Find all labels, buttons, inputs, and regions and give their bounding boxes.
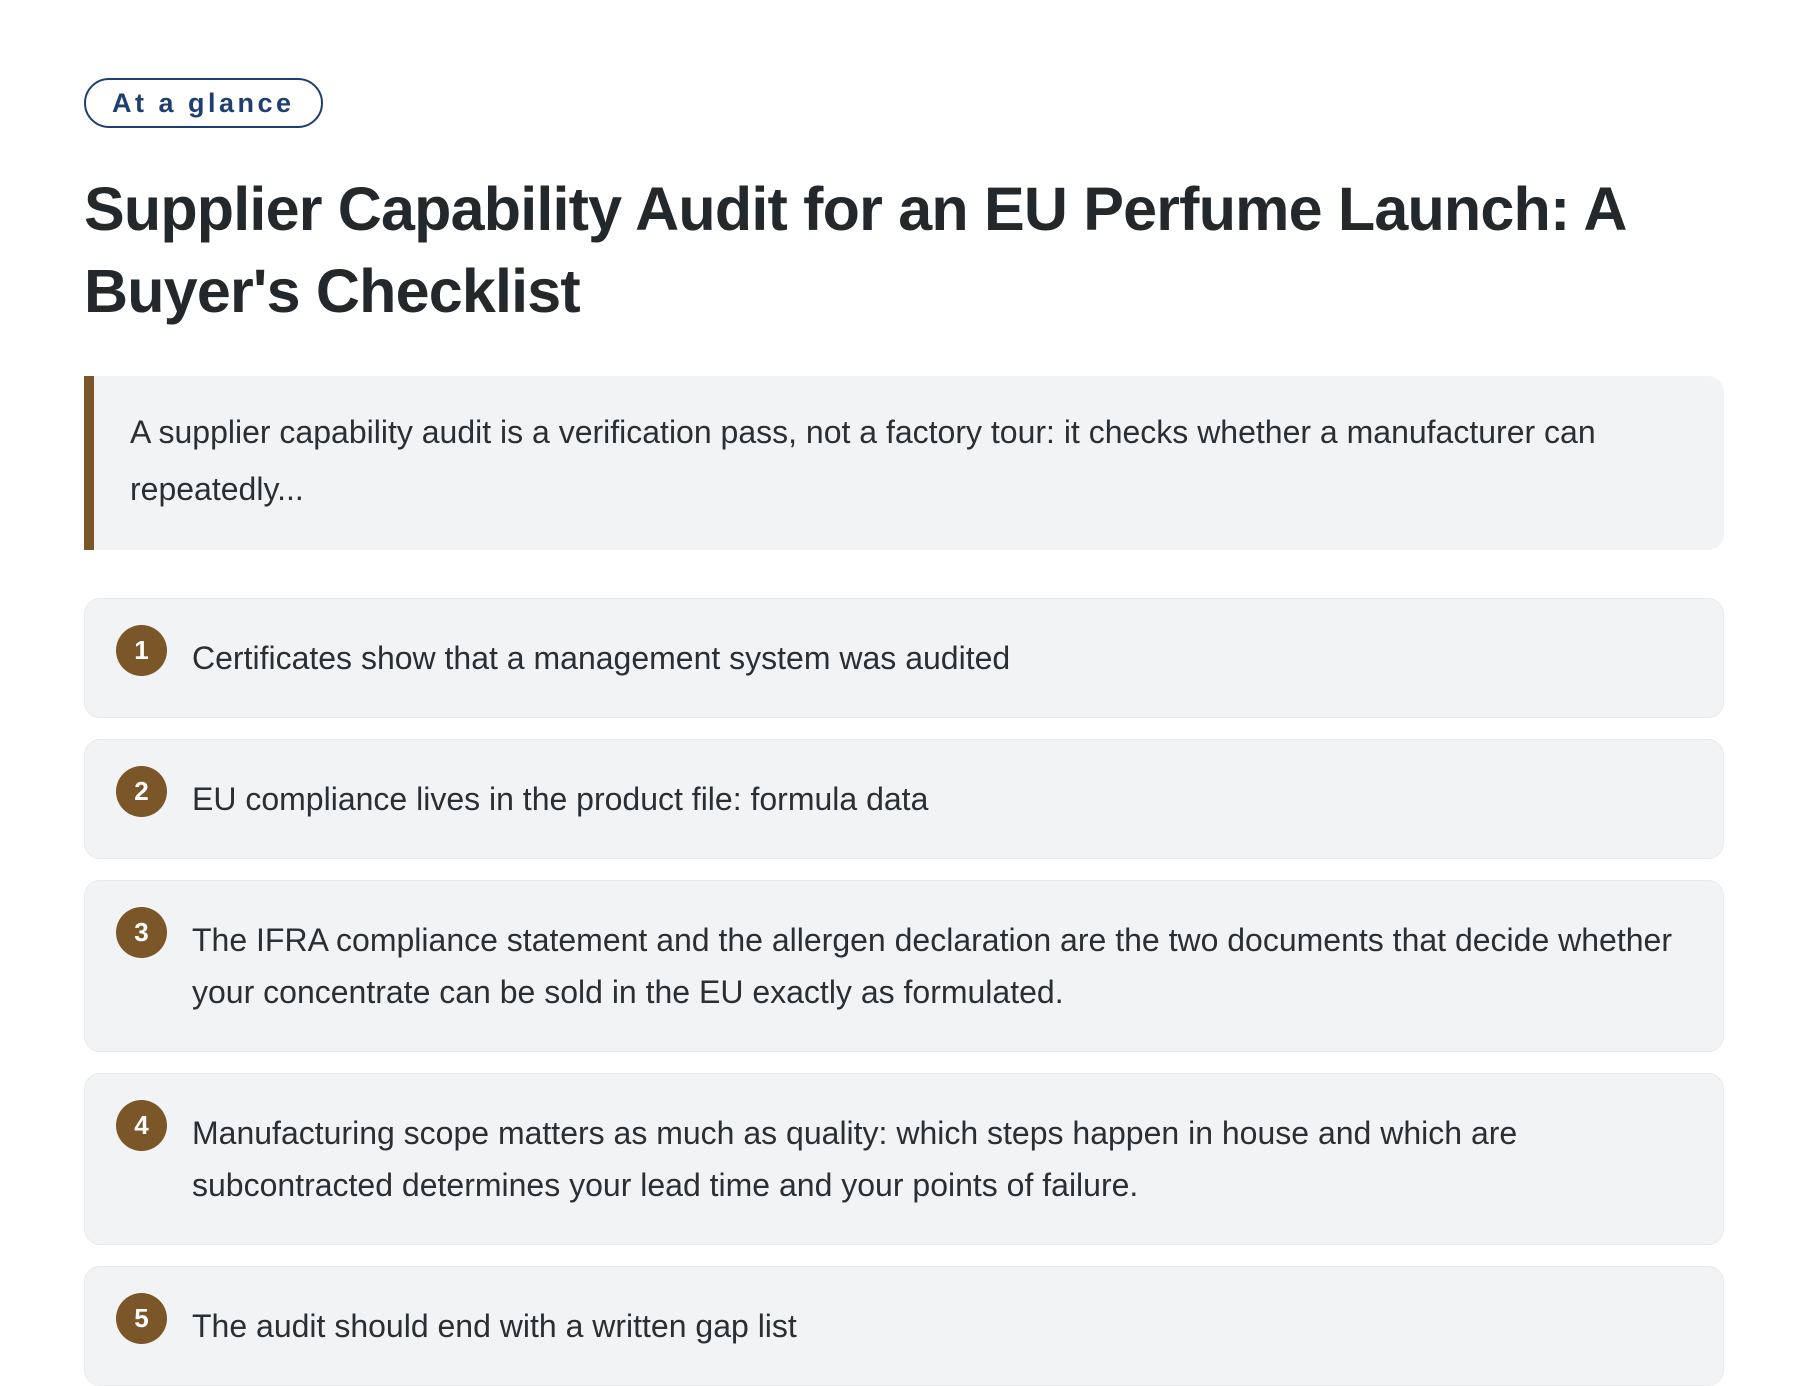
- list-item-text: Manufacturing scope matters as much as q…: [192, 1115, 1518, 1203]
- list-item: 5 The audit should end with a written ga…: [84, 1266, 1724, 1386]
- list-item: 3 The IFRA compliance statement and the …: [84, 880, 1724, 1052]
- list-item: 1 Certificates show that a management sy…: [84, 598, 1724, 718]
- key-points-list: 1 Certificates show that a management sy…: [84, 598, 1724, 1386]
- item-number-badge: 2: [116, 766, 167, 817]
- list-item-text: The IFRA compliance statement and the al…: [192, 922, 1672, 1010]
- page-title: Supplier Capability Audit for an EU Perf…: [84, 175, 1625, 325]
- item-number-badge: 4: [116, 1100, 167, 1151]
- list-item-text: Certificates show that a management syst…: [192, 640, 1011, 676]
- item-number-badge: 5: [116, 1293, 167, 1344]
- list-item-text: EU compliance lives in the product file:…: [192, 781, 929, 817]
- item-number-badge: 1: [116, 625, 167, 676]
- list-item-text: The audit should end with a written gap …: [192, 1308, 797, 1344]
- at-a-glance-badge: At a glance: [84, 78, 323, 128]
- list-item: 4 Manufacturing scope matters as much as…: [84, 1073, 1724, 1245]
- item-number-badge: 3: [116, 907, 167, 958]
- list-item: 2 EU compliance lives in the product fil…: [84, 739, 1724, 859]
- page: At a glance Supplier Capability Audit fo…: [0, 0, 1800, 1386]
- summary-callout: A supplier capability audit is a verific…: [84, 376, 1724, 550]
